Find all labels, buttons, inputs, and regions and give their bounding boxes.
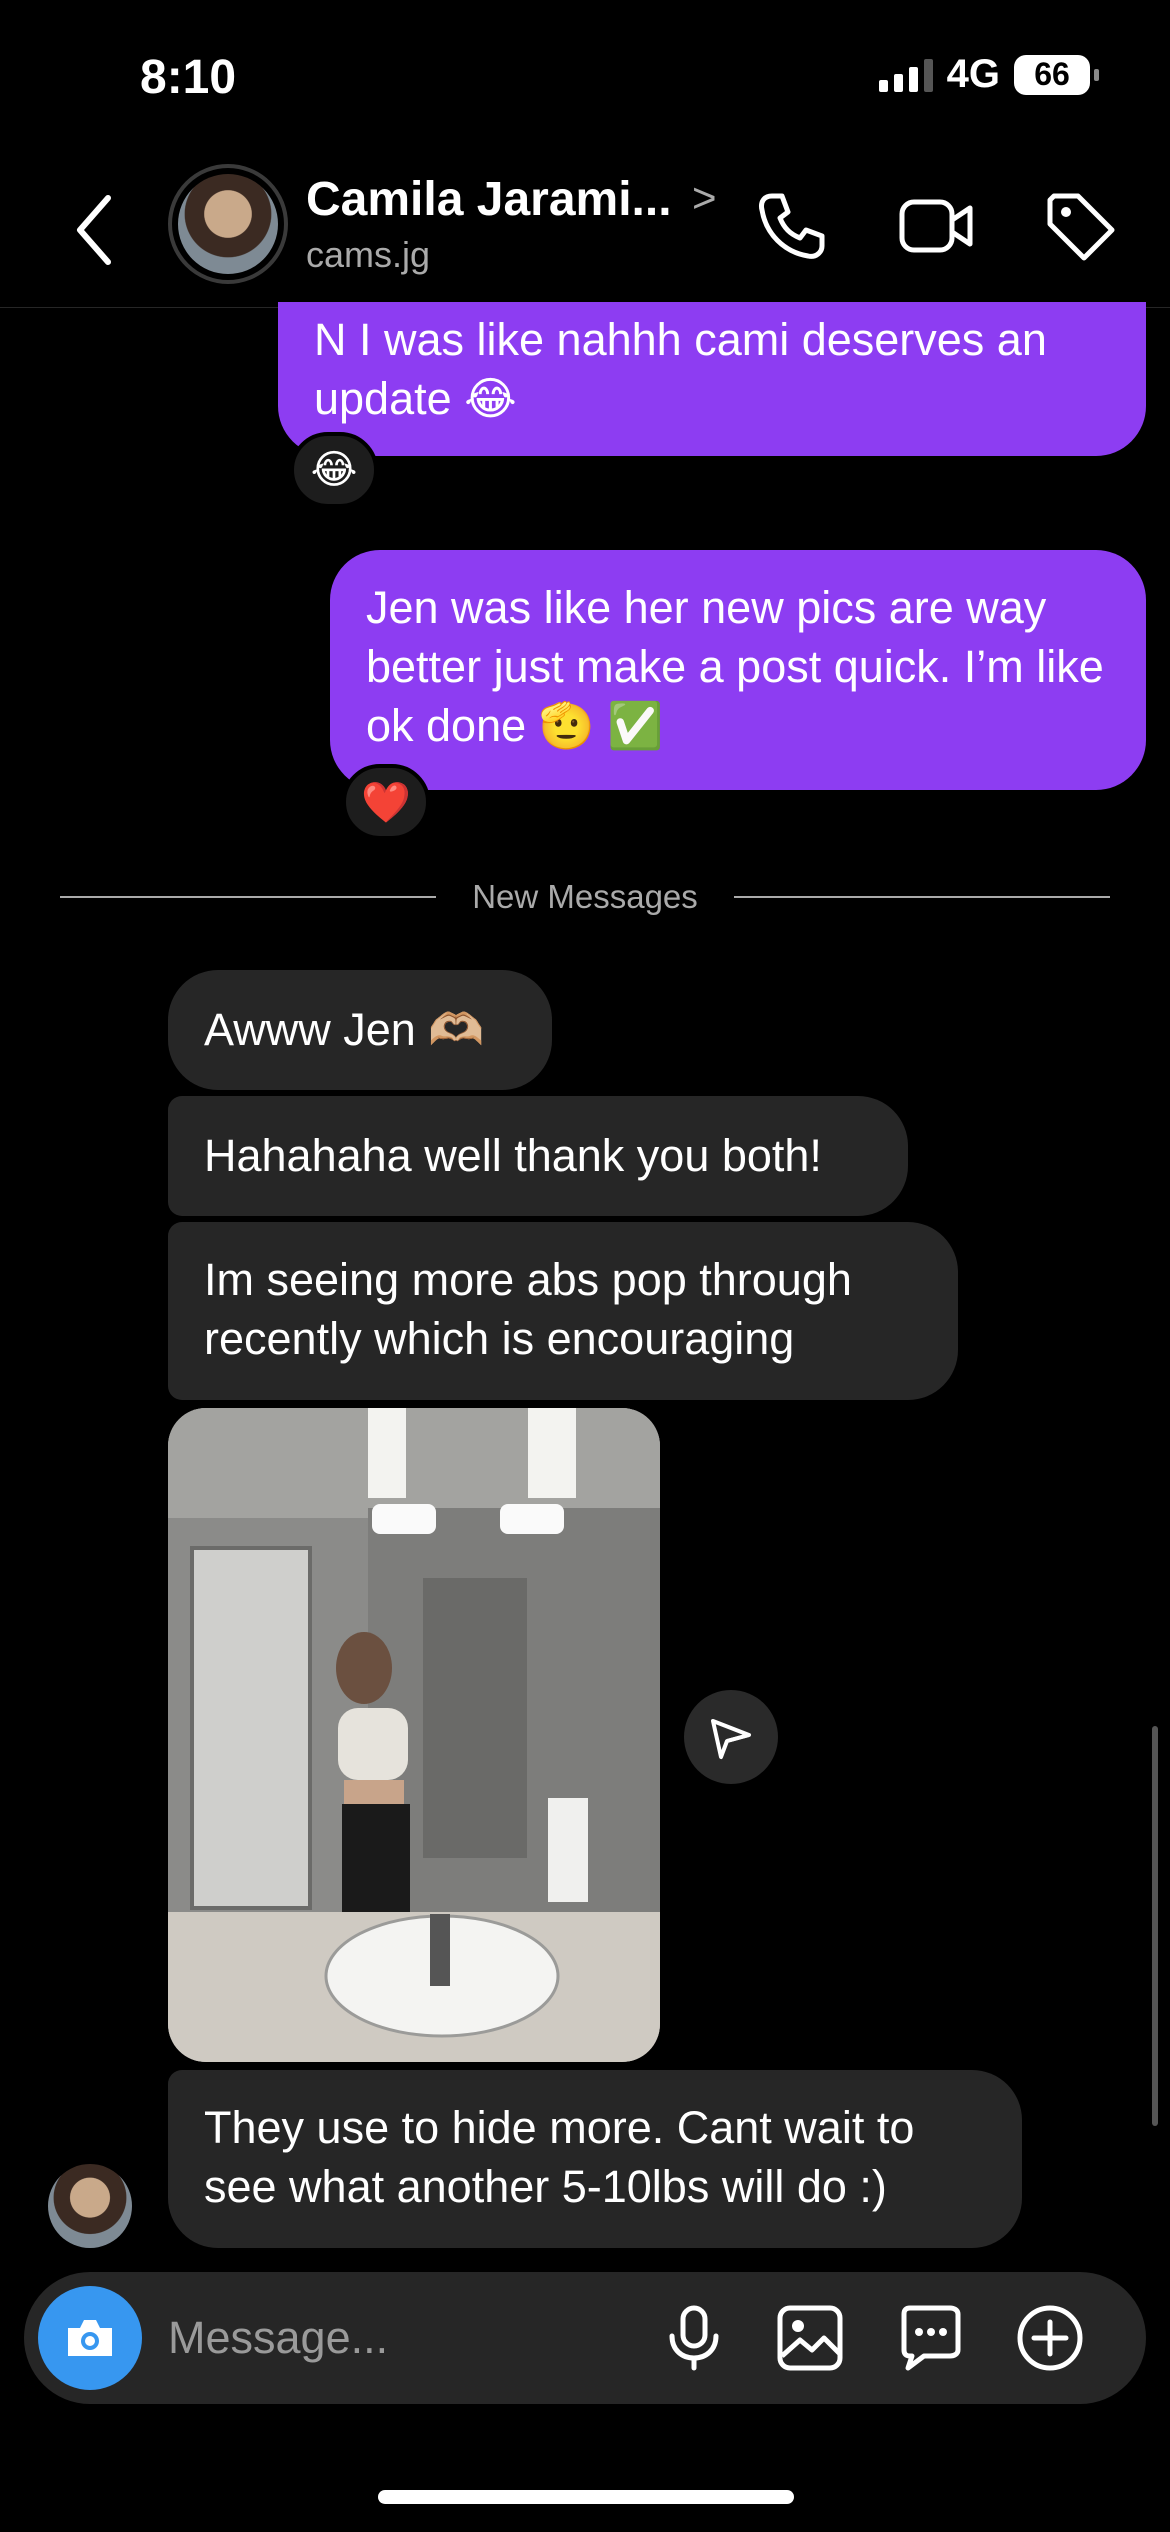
message-text: Im seeing more abs pop through recently … — [204, 1254, 852, 1364]
message-bubble-sent[interactable]: N I was like nahhh cami deserves an upda… — [278, 302, 1146, 456]
message-input[interactable] — [168, 2308, 638, 2368]
contact-name[interactable]: Camila Jarami... — [306, 172, 672, 227]
message-text: Awww Jen 🫶🏼 — [204, 1004, 485, 1055]
chevron-right-icon[interactable]: > — [692, 174, 717, 222]
home-indicator[interactable] — [378, 2490, 794, 2504]
conversation-header: Camila Jarami... > cams.jg — [0, 150, 1170, 308]
tag-icon[interactable] — [1040, 186, 1120, 266]
sender-avatar[interactable] — [48, 2164, 132, 2248]
camera-icon — [68, 2320, 112, 2356]
photo-message[interactable] — [168, 1408, 660, 2062]
scrollbar[interactable] — [1152, 1726, 1158, 2126]
message-composer — [24, 2272, 1146, 2404]
contact-handle: cams.jg — [306, 234, 431, 275]
video-camera-icon[interactable] — [896, 186, 976, 266]
gallery-icon[interactable] — [774, 2302, 846, 2374]
send-icon — [711, 1719, 751, 1759]
photo-icon — [168, 1408, 660, 2062]
reaction-heart[interactable]: ❤️ — [342, 764, 430, 840]
plus-icon[interactable] — [1014, 2302, 1086, 2374]
battery-icon: 66 — [1014, 54, 1099, 95]
microphone-icon[interactable] — [658, 2302, 730, 2374]
message-bubble-received[interactable]: Awww Jen 🫶🏼 — [168, 970, 552, 1090]
camera-button[interactable] — [38, 2286, 142, 2390]
divider-line-right — [734, 896, 1110, 898]
message-bubble-received[interactable]: Im seeing more abs pop through recently … — [168, 1222, 958, 1400]
status-indicators: 4G 66 — [878, 52, 1099, 97]
message-text: Jen was like her new pics are way better… — [366, 582, 1104, 751]
status-time: 8:10 — [140, 51, 237, 104]
message-bubble-sent[interactable]: Jen was like her new pics are way better… — [330, 550, 1146, 790]
back-icon[interactable] — [70, 190, 120, 270]
contact-avatar[interactable] — [168, 164, 288, 284]
message-bubble-received[interactable]: They use to hide more. Cant wait to see … — [168, 2070, 1022, 2248]
signal-icon — [878, 58, 933, 92]
message-bubble-received[interactable]: Hahahaha well thank you both! — [168, 1096, 908, 1216]
message-text: They use to hide more. Cant wait to see … — [204, 2102, 915, 2212]
network-label: 4G — [946, 52, 1000, 96]
message-text: Hahahaha well thank you both! — [204, 1130, 822, 1181]
phone-icon[interactable] — [750, 186, 830, 266]
share-button[interactable] — [684, 1690, 778, 1784]
reaction-laugh[interactable]: 😂 — [290, 432, 378, 508]
sticker-icon[interactable] — [894, 2302, 966, 2374]
message-text: N I was like nahhh cami deserves an upda… — [314, 314, 1047, 424]
